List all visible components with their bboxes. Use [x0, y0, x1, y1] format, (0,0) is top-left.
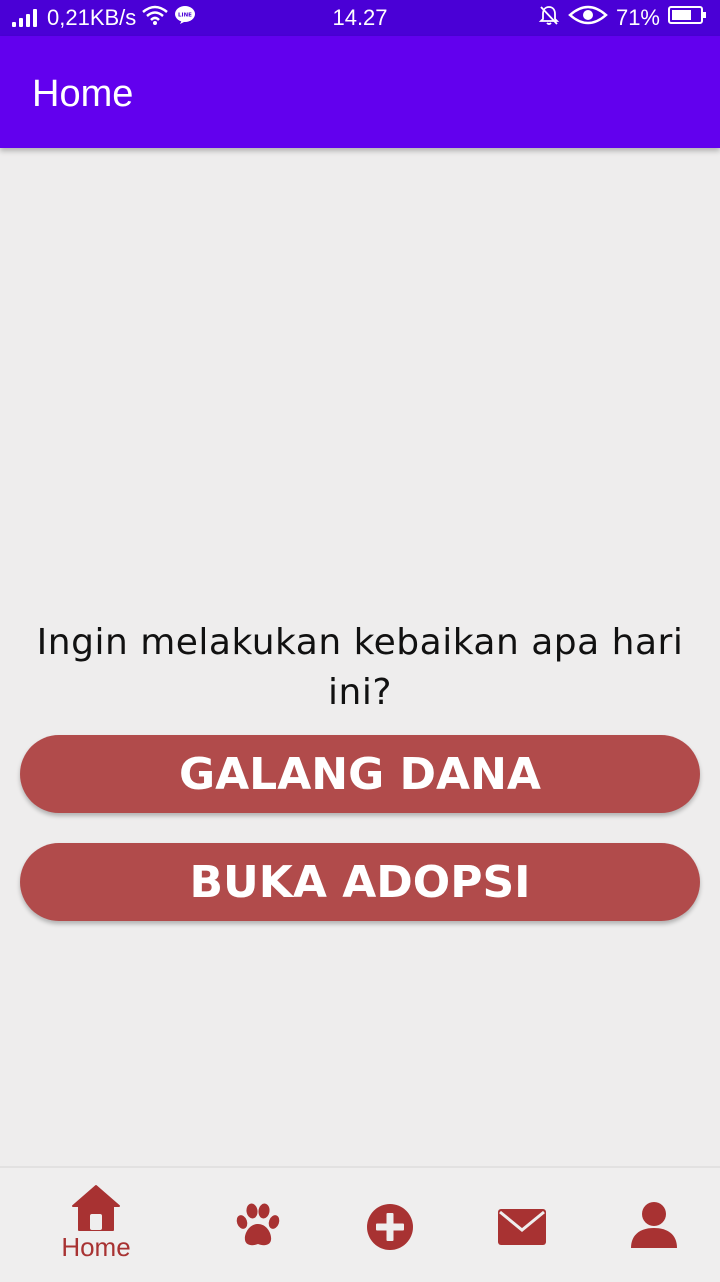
line-icon: LINE — [174, 5, 196, 31]
page-title: Home — [32, 73, 134, 115]
signal-icon — [12, 9, 37, 27]
status-left: 0,21KB/s LINE — [12, 0, 196, 36]
nav-item-adopt[interactable] — [186, 1168, 330, 1282]
status-right: 71% — [538, 0, 708, 36]
battery-icon — [668, 5, 708, 31]
nav-item-home[interactable]: Home — [24, 1168, 168, 1282]
bottom-navigation: Home — [0, 1166, 720, 1282]
mail-icon — [497, 1208, 547, 1246]
paw-icon — [233, 1202, 283, 1248]
wifi-icon — [142, 5, 169, 31]
plus-circle-icon — [365, 1202, 415, 1252]
profile-icon — [629, 1200, 679, 1250]
nav-item-messages[interactable] — [450, 1168, 594, 1282]
app-bar: Home — [0, 36, 720, 148]
galang-dana-button[interactable]: GALANG DANA — [20, 735, 700, 813]
nav-item-profile[interactable] — [582, 1168, 720, 1282]
mute-icon — [538, 4, 560, 32]
question-text: Ingin melakukan kebaikan apa hari ini? — [36, 622, 684, 713]
battery-level: 71% — [615, 5, 660, 30]
svg-text:LINE: LINE — [178, 13, 192, 19]
nav-item-add[interactable] — [318, 1168, 462, 1282]
status-bar: 0,21KB/s LINE 14.27 71% — [0, 0, 720, 36]
eye-icon — [568, 5, 608, 31]
home-icon — [71, 1184, 121, 1232]
nav-label-home: Home — [61, 1232, 131, 1262]
buka-adopsi-button[interactable]: BUKA ADOPSI — [20, 843, 700, 921]
network-speed: 0,21KB/s — [47, 5, 137, 30]
